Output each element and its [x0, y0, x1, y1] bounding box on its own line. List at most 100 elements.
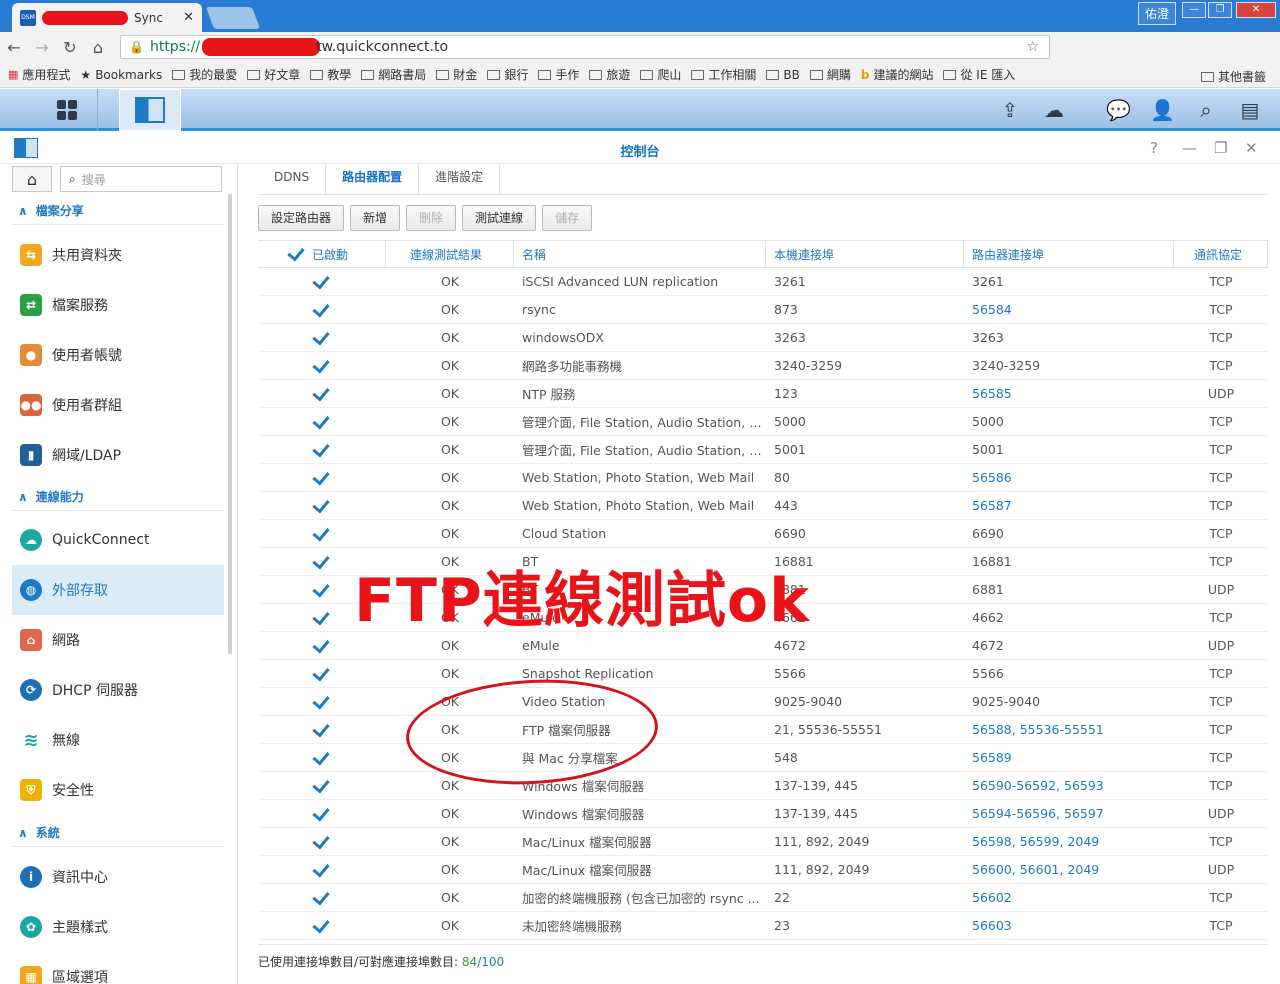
- section-system[interactable]: ∧ 系統: [18, 824, 60, 841]
- setup-router-button[interactable]: 設定路由器: [258, 205, 345, 231]
- tab-router-config[interactable]: 路由器配置: [326, 164, 420, 194]
- sidebar-item-info-center[interactable]: i 資訊中心: [12, 852, 224, 902]
- enabled-checkbox[interactable]: [313, 329, 331, 347]
- sidebar-item-security[interactable]: ⛨ 安全性: [12, 765, 224, 815]
- router-port-cell[interactable]: 56600, 56601, 2049: [964, 856, 1174, 883]
- tab-advanced[interactable]: 進階設定: [419, 164, 501, 194]
- bookmark-folder[interactable]: 旅遊: [589, 66, 630, 83]
- section-connectivity[interactable]: ∧ 連線能力: [18, 488, 84, 505]
- other-bookmarks[interactable]: 其他書籤: [1200, 68, 1266, 85]
- enabled-checkbox[interactable]: [313, 749, 331, 767]
- table-row[interactable]: OK Snapshot Replication 5566 5566 TCP: [258, 660, 1268, 688]
- router-port-cell[interactable]: 56588, 55536-55551: [964, 716, 1174, 743]
- header-enabled[interactable]: 已啟動: [258, 241, 386, 267]
- enabled-checkbox[interactable]: [313, 637, 331, 655]
- sidebar-item-dhcp[interactable]: ⟳ DHCP 伺服器: [12, 665, 224, 715]
- enabled-checkbox[interactable]: [313, 553, 331, 571]
- table-row[interactable]: OK rsync 873 56584 TCP: [258, 296, 1268, 324]
- bookmark-star-icon[interactable]: ☆: [1026, 39, 1039, 55]
- sidebar-item-quickconnect[interactable]: ☁ QuickConnect: [12, 515, 224, 565]
- router-port-cell[interactable]: 56586: [964, 464, 1174, 491]
- section-file-sharing[interactable]: ∧ 檔案分享: [18, 202, 84, 219]
- enabled-checkbox[interactable]: [313, 385, 331, 403]
- enabled-checkbox[interactable]: [313, 721, 331, 739]
- router-port-cell[interactable]: 56598, 56599, 2049: [964, 828, 1174, 855]
- bookmark-folder[interactable]: 好文章: [247, 66, 300, 83]
- bookmark-folder[interactable]: 網購: [809, 66, 851, 83]
- url-bar[interactable]: 🔒 https:// tw.quickconnect.to ☆: [120, 35, 1050, 59]
- back-icon[interactable]: ←: [0, 38, 28, 57]
- bookmark-folder[interactable]: 從 IE 匯入: [943, 66, 1015, 83]
- enabled-checkbox[interactable]: [313, 413, 331, 431]
- cloud-status-icon[interactable]: ☁: [1042, 98, 1066, 122]
- minimize-window-button[interactable]: —: [1182, 2, 1206, 18]
- minimize-icon[interactable]: —: [1182, 139, 1197, 157]
- home-icon[interactable]: ⌂: [84, 38, 112, 57]
- sidebar-item-theme[interactable]: ✿ 主題樣式: [12, 902, 224, 952]
- save-button[interactable]: 儲存: [542, 205, 593, 231]
- sidebar-item-file-services[interactable]: ⇄ 檔案服務: [12, 280, 224, 330]
- enabled-checkbox[interactable]: [313, 441, 331, 459]
- new-tab-button[interactable]: [205, 7, 261, 29]
- header-local-port[interactable]: 本機連接埠: [766, 241, 964, 267]
- enabled-checkbox[interactable]: [313, 693, 331, 711]
- enabled-checkbox[interactable]: [313, 581, 331, 599]
- sidebar-item-shared-folder[interactable]: ⇆ 共用資料夾: [12, 230, 224, 280]
- table-row[interactable]: OK Mac/Linux 檔案伺服器 111, 892, 2049 56598, 56…: [258, 828, 1268, 856]
- window-user-badge[interactable]: 佑澄: [1137, 2, 1176, 25]
- table-row[interactable]: OK Cloud Station 6690 6690 TCP: [258, 520, 1268, 548]
- enabled-checkbox[interactable]: [313, 833, 331, 851]
- sidebar-item-group[interactable]: ●● 使用者群組: [12, 380, 224, 430]
- router-port-cell[interactable]: 56590-56592, 56593: [964, 772, 1174, 799]
- help-icon[interactable]: ?: [1150, 139, 1158, 157]
- widgets-icon[interactable]: ▤: [1238, 98, 1262, 122]
- browser-tab[interactable]: DSM Sync ✕: [12, 3, 202, 32]
- chat-icon[interactable]: 💬: [1106, 98, 1131, 122]
- search-icon[interactable]: ⌕: [1194, 98, 1218, 122]
- sidebar-item-user[interactable]: ● 使用者帳號: [12, 330, 224, 380]
- bookmark-folder[interactable]: 工作相關: [691, 66, 756, 83]
- upload-icon[interactable]: ⇪: [998, 98, 1022, 122]
- table-row[interactable]: OK Video Station 9025-9040 9025-9040 TCP: [258, 688, 1268, 716]
- bookmark-folder[interactable]: 網路書局: [361, 66, 426, 83]
- home-button[interactable]: ⌂: [12, 166, 52, 192]
- sidebar-scrollbar[interactable]: [228, 194, 232, 654]
- enabled-checkbox[interactable]: [313, 665, 331, 683]
- enabled-checkbox[interactable]: [313, 497, 331, 515]
- table-row[interactable]: OK 管理介面, File Station, Audio Station, S..…: [258, 408, 1268, 436]
- table-row[interactable]: OK Mac/Linux 檔案伺服器 111, 892, 2049 56600, 56…: [258, 856, 1268, 884]
- router-port-cell[interactable]: 56587: [964, 492, 1174, 519]
- enabled-checkbox[interactable]: [313, 469, 331, 487]
- enabled-checkbox[interactable]: [313, 609, 331, 627]
- sidebar-item-external-access[interactable]: ◍ 外部存取: [12, 565, 224, 615]
- header-router-port[interactable]: 路由器連接埠: [964, 241, 1174, 267]
- select-all-checkbox[interactable]: [288, 245, 306, 263]
- header-name[interactable]: 名稱: [514, 241, 766, 267]
- close-window-button[interactable]: ✕: [1236, 2, 1276, 18]
- enabled-checkbox[interactable]: [313, 917, 331, 935]
- table-row[interactable]: OK windowsODX 3263 3263 TCP: [258, 324, 1268, 352]
- sidebar-item-network[interactable]: ⌂ 網路: [12, 615, 224, 665]
- sidebar-item-regional[interactable]: ▦ 區域選項: [12, 952, 224, 984]
- bookmark-apps[interactable]: ▦ 應用程式: [8, 66, 70, 83]
- bookmark-item[interactable]: ★ Bookmarks: [80, 68, 162, 82]
- bookmark-folder[interactable]: 教學: [310, 66, 351, 83]
- reload-icon[interactable]: ↻: [56, 38, 84, 57]
- router-port-cell[interactable]: 56603: [964, 912, 1174, 939]
- enabled-checkbox[interactable]: [313, 525, 331, 543]
- enabled-checkbox[interactable]: [313, 357, 331, 375]
- table-row[interactable]: OK iSCSI Advanced LUN replication 3261 3261…: [258, 268, 1268, 296]
- header-protocol[interactable]: 通訊協定: [1174, 241, 1268, 267]
- table-row[interactable]: OK 未加密終端機服務 23 56603 TCP: [258, 912, 1268, 940]
- bookmark-folder[interactable]: 手作: [538, 66, 579, 83]
- table-row[interactable]: OK Windows 檔案伺服器 137-139, 445 56590-56592, …: [258, 772, 1268, 800]
- router-port-cell[interactable]: 56585: [964, 380, 1174, 407]
- enabled-checkbox[interactable]: [313, 861, 331, 879]
- maximize-window-button[interactable]: ❐: [1208, 2, 1232, 18]
- table-row[interactable]: OK 加密的終端機服務 (包含已加密的 rsync ... 22 56602 TCP: [258, 884, 1268, 912]
- bookmark-folder[interactable]: BB: [766, 68, 800, 82]
- table-row[interactable]: OK NTP 服務 123 56585 UDP: [258, 380, 1268, 408]
- tab-ddns[interactable]: DDNS: [258, 164, 327, 194]
- bookmark-item[interactable]: b 建議的網站: [861, 66, 934, 83]
- sidebar-item-domain-ldap[interactable]: ▮ 網域/LDAP: [12, 430, 224, 480]
